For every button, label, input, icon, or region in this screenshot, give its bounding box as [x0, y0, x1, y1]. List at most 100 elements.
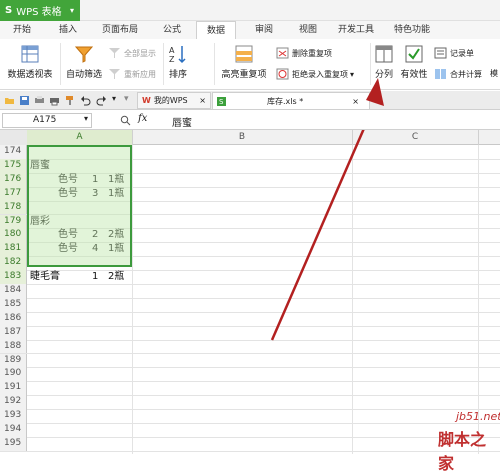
format-painter-icon[interactable] — [64, 95, 75, 106]
chevron-down-icon[interactable]: ▾ — [112, 94, 116, 103]
autofilter-label: 自动筛选 — [65, 70, 102, 80]
table-row[interactable]: 188 — [0, 339, 500, 355]
row-header[interactable]: 174 — [0, 145, 27, 159]
table-row[interactable]: 194 — [0, 423, 500, 438]
undo-icon[interactable] — [80, 95, 91, 106]
row-header[interactable]: 187 — [0, 325, 27, 340]
column-header-bar: A B C — [0, 130, 500, 145]
tab-developer[interactable]: 开发工具 — [334, 21, 378, 39]
fx-icon[interactable]: fx — [138, 113, 147, 124]
tab-features[interactable]: 特色功能 — [388, 21, 436, 39]
data-validation-button[interactable]: 有效性 — [398, 44, 430, 80]
reject-duplicates-button[interactable]: 拒绝录入重复项 ▾ — [276, 68, 354, 80]
chevron-down-icon: ▾ — [69, 6, 74, 15]
table-row[interactable]: 185 — [0, 297, 500, 313]
reapply-icon — [109, 69, 120, 79]
column-header-a[interactable]: A — [27, 130, 133, 145]
table-row[interactable]: 189 — [0, 353, 500, 369]
print-preview-icon[interactable] — [34, 95, 45, 106]
cell-a-label[interactable]: 睫毛膏 — [30, 270, 60, 285]
tab-insert[interactable]: 插入 — [52, 21, 84, 39]
tab-review[interactable]: 审阅 — [248, 21, 280, 39]
table-row[interactable]: 191 — [0, 381, 500, 397]
row-header[interactable]: 193 — [0, 409, 27, 423]
save-icon[interactable] — [19, 95, 30, 106]
open-folder-icon[interactable] — [4, 95, 15, 106]
validation-icon — [405, 45, 423, 63]
column-header-b[interactable]: B — [132, 130, 353, 145]
row-header[interactable]: 185 — [0, 297, 27, 312]
doc-tab-label: 我的WPS — [153, 96, 188, 105]
remove-duplicates-button[interactable]: 删除重复项 — [276, 47, 332, 59]
row-header[interactable]: 179 — [0, 214, 27, 229]
row-header[interactable]: 190 — [0, 367, 27, 382]
title-bar: S WPS 表格 ▾ — [0, 0, 500, 21]
remove-duplicates-icon — [276, 47, 289, 59]
table-row[interactable]: 190 — [0, 367, 500, 383]
table-row[interactable]: 186 — [0, 311, 500, 327]
more-button[interactable]: 模 — [490, 68, 498, 79]
svg-text:Z: Z — [169, 55, 175, 64]
show-all-button[interactable]: 全部显示 — [108, 47, 156, 59]
row-header[interactable]: 184 — [0, 284, 27, 298]
record-form-button[interactable]: 记录单 — [434, 47, 474, 59]
consolidate-icon — [435, 69, 446, 79]
highlight-duplicates-label: 高亮重复项 — [221, 70, 267, 80]
zoom-icon[interactable] — [120, 115, 131, 126]
show-all-label: 全部显示 — [124, 48, 156, 58]
watermark-site: jb51.net — [456, 410, 500, 423]
name-box[interactable]: A175 — [2, 113, 92, 128]
pivot-table-button[interactable]: 数据透视表 — [6, 44, 54, 80]
doc-tab-inventory[interactable]: S 库存.xls * × — [212, 92, 370, 109]
spreadsheet-grid[interactable]: A B C 174 175 唇蜜 176 色号 1 1瓶 177 色号 3 1瓶 178 179 唇彩 18… — [0, 130, 500, 454]
row-header[interactable]: 191 — [0, 381, 27, 396]
formula-input[interactable]: 唇蜜 — [172, 114, 192, 129]
column-header-c[interactable]: C — [352, 130, 479, 145]
row-header[interactable]: 189 — [0, 353, 27, 368]
autofilter-button[interactable]: 自动筛选 — [64, 44, 104, 80]
tab-data[interactable]: 数据 — [196, 21, 236, 40]
table-row[interactable]: 195 — [0, 436, 500, 452]
row-header[interactable]: 181 — [0, 242, 27, 257]
record-form-icon — [434, 47, 447, 59]
selection-range[interactable] — [27, 145, 132, 267]
table-row[interactable]: 183 睫毛膏 1 2瓶 — [0, 270, 500, 285]
table-row[interactable]: 184 — [0, 284, 500, 299]
redo-icon[interactable] — [96, 95, 107, 106]
doc-tab-my-wps[interactable]: W 我的WPS × — [137, 92, 211, 109]
row-header[interactable]: 192 — [0, 395, 27, 410]
row-header[interactable]: 178 — [0, 200, 27, 215]
tab-view[interactable]: 视图 — [292, 21, 324, 39]
highlight-duplicates-button[interactable]: 高亮重复项 — [219, 44, 269, 80]
table-row[interactable]: 187 — [0, 325, 500, 341]
table-row[interactable]: 193 — [0, 409, 500, 424]
row-header[interactable]: 177 — [0, 186, 27, 201]
app-menu-button[interactable]: S WPS 表格 ▾ — [0, 0, 80, 21]
close-icon[interactable]: × — [199, 96, 206, 105]
tab-page-layout[interactable]: 页面布局 — [98, 21, 142, 39]
cell-a-number[interactable]: 1 — [92, 270, 98, 285]
table-row[interactable]: 192 — [0, 395, 500, 411]
reapply-button[interactable]: 重新应用 — [108, 68, 156, 80]
row-header[interactable]: 183 — [0, 270, 27, 284]
consolidate-button[interactable]: 合并计算 — [434, 68, 482, 80]
print-icon[interactable] — [49, 95, 60, 106]
row-header[interactable]: 186 — [0, 311, 27, 326]
cell-a-unit[interactable]: 2瓶 — [108, 270, 124, 285]
row-header[interactable]: 180 — [0, 228, 27, 243]
tab-home[interactable]: 开始 — [6, 21, 38, 39]
row-header[interactable]: 182 — [0, 256, 27, 271]
row-header[interactable]: 176 — [0, 172, 27, 187]
sort-label: 排序 — [168, 70, 187, 80]
row-header[interactable]: 195 — [0, 436, 27, 451]
sort-button[interactable]: A Z 排序 — [166, 44, 190, 80]
row-header[interactable]: 194 — [0, 423, 27, 437]
chevron-down-icon[interactable]: ▾ — [84, 114, 88, 123]
tab-formulas[interactable]: 公式 — [156, 21, 188, 39]
customize-qat-icon[interactable]: ▾ — [124, 94, 129, 104]
watermark-name: 脚本之家 — [438, 430, 487, 473]
select-all-corner[interactable] — [0, 130, 28, 145]
row-header[interactable]: 188 — [0, 339, 27, 354]
text-to-columns-button[interactable]: 分列 — [372, 44, 396, 80]
row-header[interactable]: 175 — [0, 158, 27, 173]
